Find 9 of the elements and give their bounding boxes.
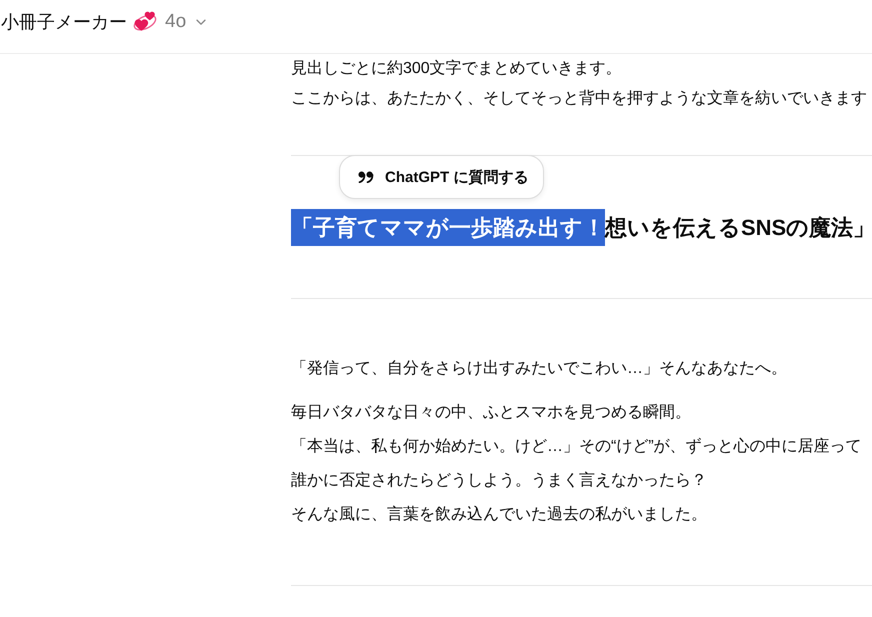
selected-heading-text: 「子育てママが一歩踏み出す！ <box>291 209 605 246</box>
paragraph: 「発信って、自分をさらけ出すみたいでこわい…」そんなあなたへ。 <box>291 358 788 379</box>
quote-icon <box>358 171 374 183</box>
paragraph: 見出しごとに約300文字でまとめていきます。 ここからは、あたたかく、そしてそっと背中を押すような文章を紡いでいきます <box>291 58 868 109</box>
gpt-title: 小冊子メーカー <box>1 10 127 34</box>
ask-chatgpt-button[interactable]: ChatGPT に質問する <box>339 155 544 199</box>
heading-text: 想いを伝えるSNSの魔法」 <box>605 214 872 242</box>
model-selector-button[interactable]: 4o <box>163 10 208 32</box>
paragraph: 毎日バタバタな日々の中、ふとスマホを見つめる瞬間。 「本当は、私も何か始めたい。けど…」その“けど”が、ずっと心の中に居座って 誰かに否定されたらどうしよう。うまく言えなかったら？ そんな風に、言葉を飲み込んでいた過去の私がいました。 <box>291 402 863 525</box>
